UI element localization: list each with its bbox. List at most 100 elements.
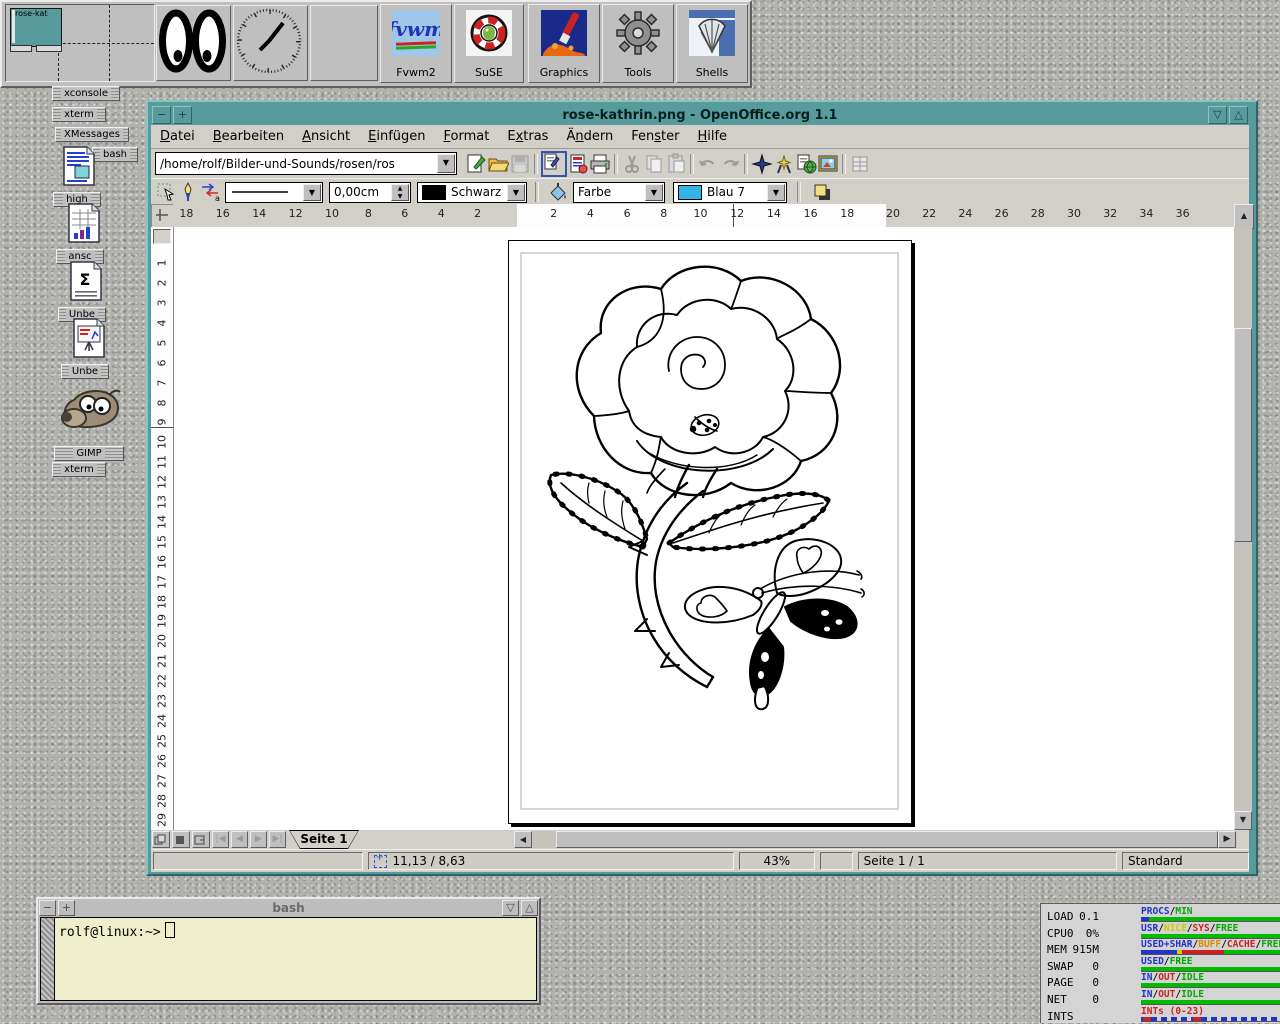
- menu-item-format[interactable]: Format: [435, 127, 499, 147]
- status-style-field[interactable]: Standard: [1122, 852, 1249, 870]
- scroll-up-button[interactable]: ▲: [1234, 204, 1254, 229]
- pager-mini-window[interactable]: rose-kat: [10, 8, 62, 47]
- hyperlink-icon[interactable]: [795, 153, 817, 175]
- datasources-icon[interactable]: [849, 153, 871, 175]
- line-style-select[interactable]: ▼: [225, 182, 323, 203]
- titlebar[interactable]: − + rose-kathrin.png - OpenOffice.org 1.…: [151, 105, 1249, 125]
- page[interactable]: [508, 240, 912, 824]
- taskbar-button-fvwm2[interactable]: fvwm Fvwm2: [380, 4, 452, 83]
- master-view-button[interactable]: [172, 831, 190, 848]
- arrowheads-icon[interactable]: a: [199, 181, 221, 203]
- line-width-spinner[interactable]: 0,00cm ▲▼: [329, 182, 411, 203]
- taskbar-button-tools[interactable]: Tools: [602, 4, 674, 83]
- menu-item-einfgen[interactable]: Einfügen: [359, 127, 434, 147]
- terminal-menu-button[interactable]: −: [39, 900, 56, 916]
- window-maximize-button[interactable]: △: [1229, 106, 1248, 124]
- edit-file-icon[interactable]: [465, 153, 487, 175]
- next-page-button[interactable]: ▶: [250, 831, 267, 848]
- gallery-icon[interactable]: [817, 153, 839, 175]
- redo-icon[interactable]: [719, 153, 741, 175]
- ruler-origin-box[interactable]: [151, 204, 175, 229]
- taskbar-button-shells[interactable]: Shells: [676, 4, 748, 83]
- terminal-scrollbar[interactable]: [41, 918, 55, 1000]
- desktop-icon-xterm-2[interactable]: xterm: [52, 462, 106, 477]
- window-menu-button[interactable]: −: [152, 106, 171, 124]
- spinner-arrows-icon[interactable]: ▲▼: [391, 184, 409, 201]
- undo-icon[interactable]: [697, 153, 719, 175]
- cut-icon[interactable]: [621, 153, 643, 175]
- horizontal-scrollbar[interactable]: ◀: [514, 831, 1237, 848]
- desktop-icon-impress-doc[interactable]: Unbe: [73, 318, 109, 379]
- drawing-canvas[interactable]: [174, 227, 1234, 830]
- pager-mini-icon[interactable]: [10, 45, 32, 52]
- clock-applet[interactable]: [233, 5, 308, 81]
- xeyes-applet[interactable]: [156, 5, 231, 81]
- previous-page-button[interactable]: ◀: [231, 831, 248, 848]
- menu-item-bearbeiten[interactable]: Bearbeiten: [204, 127, 293, 147]
- fill-style-icon[interactable]: [547, 181, 569, 203]
- window-maximize-left-button[interactable]: +: [173, 106, 192, 124]
- vertical-scrollbar[interactable]: ▼: [1234, 227, 1252, 830]
- status-zoom-field[interactable]: 43%: [739, 852, 814, 870]
- menu-item-ndern[interactable]: Ändern: [557, 127, 622, 147]
- copy-icon[interactable]: [643, 153, 665, 175]
- horizontal-ruler[interactable]: 1816141210864224681012141618202224262830…: [173, 204, 1234, 228]
- first-page-button[interactable]: |◀: [212, 831, 229, 848]
- desktop-icon-gimp[interactable]: GIMP: [58, 382, 124, 461]
- open-document-icon[interactable]: [487, 153, 509, 175]
- page-view-button[interactable]: [152, 831, 170, 848]
- pager-mini-icon[interactable]: [36, 45, 62, 52]
- terminal-text-area[interactable]: rolf@linux:~>: [55, 918, 179, 1000]
- navigator-icon[interactable]: [751, 153, 773, 175]
- taskbar-button-suse[interactable]: SuSE: [454, 4, 524, 83]
- desktop-icon-math-doc[interactable]: Σ Unbe: [70, 261, 106, 322]
- desktop-icon-xconsole[interactable]: xconsole: [52, 86, 120, 101]
- paste-icon[interactable]: [665, 153, 687, 175]
- menu-item-extras[interactable]: Extras: [498, 127, 557, 147]
- desktop-icon-xterm[interactable]: xterm: [52, 107, 106, 122]
- terminal-maximize-button[interactable]: △: [521, 900, 538, 916]
- desktop-icon-xmessages[interactable]: XMessages: [55, 127, 129, 142]
- select-icon[interactable]: [155, 181, 177, 203]
- zoom-icon[interactable]: [773, 153, 795, 175]
- export-pdf-icon[interactable]: [567, 153, 589, 175]
- fvwm-pager[interactable]: rose-kat: [5, 4, 155, 82]
- menu-item-hilfe[interactable]: Hilfe: [688, 127, 736, 147]
- fill-type-select[interactable]: Farbe ▼: [573, 182, 665, 203]
- vertical-scrollbar-thumb[interactable]: [1234, 328, 1252, 542]
- chevron-down-icon[interactable]: ▼: [767, 184, 785, 201]
- menu-item-datei[interactable]: Datei: [151, 127, 204, 147]
- terminal-iconify-button[interactable]: ▽: [502, 900, 519, 916]
- line-color-select[interactable]: Schwarz ▼: [417, 182, 527, 203]
- save-document-icon[interactable]: [509, 153, 531, 175]
- menu-item-fenster[interactable]: Fenster: [622, 127, 688, 147]
- scroll-down-button[interactable]: ▼: [1234, 811, 1252, 830]
- chevron-down-icon[interactable]: ▼: [303, 184, 321, 201]
- layer-view-button[interactable]: [192, 831, 210, 848]
- terminal-maximize-left-button[interactable]: +: [58, 900, 75, 916]
- taskbar-button-graphics[interactable]: Graphics: [528, 4, 600, 83]
- chevron-down-icon[interactable]: ▼: [437, 154, 455, 173]
- desktop-icon-calc-doc[interactable]: ansc: [68, 203, 104, 264]
- empty-launcher-button[interactable]: [310, 5, 378, 81]
- scroll-left-button[interactable]: ◀: [514, 831, 532, 848]
- edit-points-icon[interactable]: [177, 181, 199, 203]
- fill-color-select[interactable]: Blau 7 ▼: [673, 182, 787, 203]
- shadow-icon[interactable]: [811, 181, 833, 203]
- url-combobox[interactable]: /home/rolf/Bilder-und-Sounds/rosen/ros ▼: [155, 152, 457, 175]
- menu-item-ansicht[interactable]: Ansicht: [293, 127, 359, 147]
- vertical-ruler[interactable]: 1234567891011121314151617181920212223242…: [151, 227, 174, 830]
- last-page-button[interactable]: ▶|: [269, 831, 286, 848]
- terminal-titlebar[interactable]: − + bash ▽ △: [38, 899, 539, 917]
- scroll-right-button[interactable]: ▶: [1218, 831, 1236, 848]
- chevron-down-icon[interactable]: ▼: [507, 184, 525, 201]
- terminal-body[interactable]: rolf@linux:~>: [40, 917, 537, 1001]
- rose-clipart-image[interactable]: [509, 241, 909, 821]
- edit-mode-toggle[interactable]: [541, 151, 567, 177]
- chevron-down-icon[interactable]: ▼: [645, 184, 663, 201]
- window-iconify-button[interactable]: ▽: [1208, 106, 1227, 124]
- print-icon[interactable]: [589, 153, 611, 175]
- page-tab-seite-1[interactable]: Seite 1: [289, 830, 359, 849]
- horizontal-scrollbar-thumb[interactable]: [556, 831, 1218, 848]
- desktop-icon-writer-doc[interactable]: high: [63, 146, 101, 207]
